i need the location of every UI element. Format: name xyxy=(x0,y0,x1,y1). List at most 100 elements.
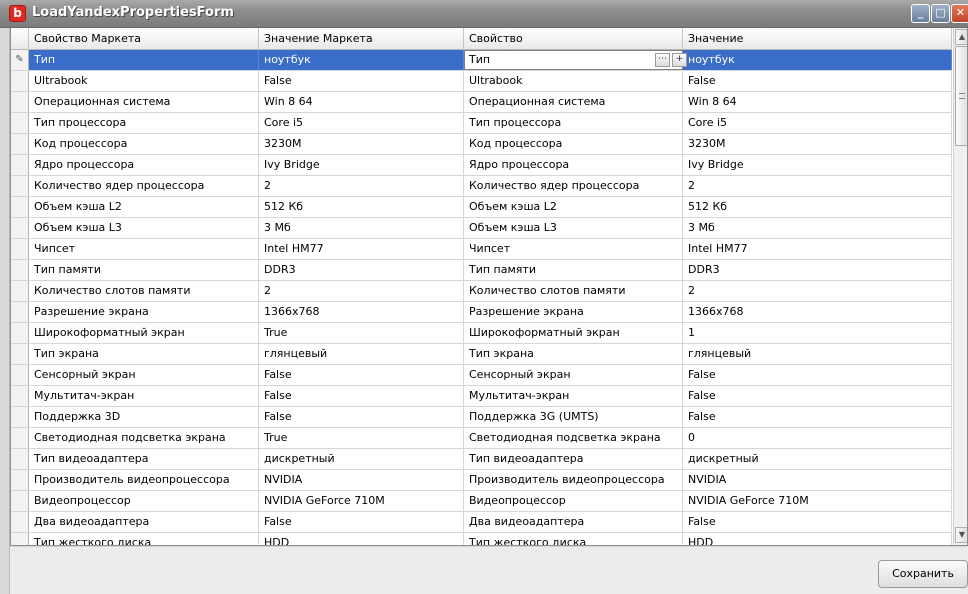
cell-market-value[interactable]: True xyxy=(259,428,464,448)
row-indicator[interactable] xyxy=(11,281,29,301)
cell-value[interactable]: NVIDIA xyxy=(683,470,952,490)
scroll-down-arrow-icon[interactable]: ▼ xyxy=(955,527,967,543)
cell-market-property[interactable]: Два видеоадаптера xyxy=(29,512,259,532)
table-row[interactable]: Количество слотов памяти 2 Количество слот… xyxy=(11,281,952,302)
cell-property[interactable]: Тип жесткого диска xyxy=(464,533,683,545)
cell-property[interactable]: Мультитач-экран xyxy=(464,386,683,406)
cell-property[interactable]: Широкоформатный экран xyxy=(464,323,683,343)
row-indicator[interactable] xyxy=(11,533,29,545)
row-indicator[interactable] xyxy=(11,260,29,280)
cell-value[interactable]: 0 xyxy=(683,428,952,448)
table-row[interactable]: Два видеоадаптера False Два видеоадаптера F… xyxy=(11,512,952,533)
cell-market-property[interactable]: Тип экрана xyxy=(29,344,259,364)
table-row[interactable]: Код процессора 3230M Код процессора 3230M xyxy=(11,134,952,155)
cell-market-value[interactable]: False xyxy=(259,71,464,91)
column-header-market-property[interactable]: Свойство Маркета xyxy=(29,28,259,50)
table-row[interactable]: Объем кэша L3 3 Мб Объем кэша L3 3 Мб xyxy=(11,218,952,239)
cell-property[interactable]: Разрешение экрана xyxy=(464,302,683,322)
cell-market-property[interactable]: Объем кэша L3 xyxy=(29,218,259,238)
table-row[interactable]: Поддержка 3D False Поддержка 3G (UMTS) Fals… xyxy=(11,407,952,428)
table-row[interactable]: Ultrabook False Ultrabook False xyxy=(11,71,952,92)
row-indicator[interactable] xyxy=(11,323,29,343)
table-row[interactable]: Широкоформатный экран True Широкоформатный… xyxy=(11,323,952,344)
cell-market-property[interactable]: Производитель видеопроцессора xyxy=(29,470,259,490)
cell-value[interactable]: DDR3 xyxy=(683,260,952,280)
cell-property[interactable]: Два видеоадаптера xyxy=(464,512,683,532)
cell-market-value[interactable]: DDR3 xyxy=(259,260,464,280)
row-indicator[interactable] xyxy=(11,512,29,532)
cell-value[interactable]: ноутбук xyxy=(683,50,952,70)
table-row[interactable]: Светодиодная подсветка экрана True Светоди… xyxy=(11,428,952,449)
minimize-button[interactable]: _ xyxy=(911,4,930,23)
table-row[interactable]: Производитель видеопроцессора NVIDIA Произ… xyxy=(11,470,952,491)
cell-market-property[interactable]: Тип памяти xyxy=(29,260,259,280)
cell-market-value[interactable]: дискретный xyxy=(259,449,464,469)
cell-property[interactable]: Количество слотов памяти xyxy=(464,281,683,301)
cell-property[interactable]: Тип экрана xyxy=(464,344,683,364)
row-indicator[interactable] xyxy=(11,302,29,322)
table-row[interactable]: Тип жесткого диска HDD Тип жесткого диска H… xyxy=(11,533,952,545)
cell-property[interactable]: Видеопроцессор xyxy=(464,491,683,511)
table-row[interactable]: Мультитач-экран False Мультитач-экран False xyxy=(11,386,952,407)
cell-value[interactable]: HDD xyxy=(683,533,952,545)
cell-property[interactable]: Сенсорный экран xyxy=(464,365,683,385)
row-indicator[interactable] xyxy=(11,218,29,238)
cell-property[interactable]: Светодиодная подсветка экрана xyxy=(464,428,683,448)
table-row[interactable]: Тип видеоадаптера дискретный Тип видеоадап… xyxy=(11,449,952,470)
row-indicator[interactable] xyxy=(11,449,29,469)
column-header-property[interactable]: Свойство xyxy=(464,28,683,50)
cell-property[interactable]: Ядро процессора xyxy=(464,155,683,175)
edit-pencil-icon[interactable]: ✎ xyxy=(11,50,29,70)
table-row[interactable]: Операционная система Win 8 64 Операционная… xyxy=(11,92,952,113)
cell-property[interactable]: Количество ядер процессора xyxy=(464,176,683,196)
cell-market-value[interactable]: 2 xyxy=(259,281,464,301)
table-row[interactable]: Тип процессора Core i5 Тип процессора Core … xyxy=(11,113,952,134)
cell-value[interactable]: Ivy Bridge xyxy=(683,155,952,175)
table-row[interactable]: Тип памяти DDR3 Тип памяти DDR3 xyxy=(11,260,952,281)
cell-market-value[interactable]: Win 8 64 xyxy=(259,92,464,112)
table-row[interactable]: Чипсет Intel HM77 Чипсет Intel HM77 xyxy=(11,239,952,260)
scroll-up-arrow-icon[interactable]: ▲ xyxy=(955,29,967,45)
row-indicator[interactable] xyxy=(11,92,29,112)
table-row[interactable]: Количество ядер процессора 2 Количество яд… xyxy=(11,176,952,197)
cell-property[interactable]: Тип видеоадаптера xyxy=(464,449,683,469)
cell-market-value[interactable]: 3230M xyxy=(259,134,464,154)
row-indicator[interactable] xyxy=(11,428,29,448)
row-indicator[interactable] xyxy=(11,491,29,511)
table-row[interactable]: Сенсорный экран False Сенсорный экран False xyxy=(11,365,952,386)
cell-market-value[interactable]: False xyxy=(259,407,464,427)
cell-value[interactable]: Win 8 64 xyxy=(683,92,952,112)
cell-value[interactable]: Intel HM77 xyxy=(683,239,952,259)
cell-market-property[interactable]: Ядро процессора xyxy=(29,155,259,175)
cell-market-value[interactable]: NVIDIA GeForce 710M xyxy=(259,491,464,511)
cell-market-property[interactable]: Мультитач-экран xyxy=(29,386,259,406)
cell-value[interactable]: Core i5 xyxy=(683,113,952,133)
cell-market-property[interactable]: Видеопроцессор xyxy=(29,491,259,511)
cell-market-property[interactable]: Тип xyxy=(29,50,259,70)
cell-market-value[interactable]: False xyxy=(259,365,464,385)
cell-market-property[interactable]: Объем кэша L2 xyxy=(29,197,259,217)
maximize-button[interactable]: □ xyxy=(931,4,950,23)
row-indicator[interactable] xyxy=(11,365,29,385)
cell-market-value[interactable]: 1366x768 xyxy=(259,302,464,322)
cell-market-value[interactable]: 2 xyxy=(259,176,464,196)
cell-property[interactable]: Код процессора xyxy=(464,134,683,154)
cell-value[interactable]: False xyxy=(683,365,952,385)
table-row[interactable]: Объем кэша L2 512 Кб Объем кэша L2 512 Кб xyxy=(11,197,952,218)
cell-market-value[interactable]: True xyxy=(259,323,464,343)
cell-market-value[interactable]: HDD xyxy=(259,533,464,545)
cell-property[interactable]: Тип памяти xyxy=(464,260,683,280)
cell-market-value[interactable]: глянцевый xyxy=(259,344,464,364)
cell-market-property[interactable]: Чипсет xyxy=(29,239,259,259)
column-header-market-value[interactable]: Значение Маркета xyxy=(259,28,464,50)
row-indicator[interactable] xyxy=(11,386,29,406)
scroll-thumb[interactable] xyxy=(955,46,967,146)
cell-property[interactable]: Производитель видеопроцессора xyxy=(464,470,683,490)
row-indicator[interactable] xyxy=(11,407,29,427)
cell-value[interactable]: 2 xyxy=(683,176,952,196)
cell-market-value[interactable]: Core i5 xyxy=(259,113,464,133)
cell-value[interactable]: False xyxy=(683,386,952,406)
save-button[interactable]: Сохранить xyxy=(878,560,968,588)
cell-market-property[interactable]: Разрешение экрана xyxy=(29,302,259,322)
row-indicator[interactable] xyxy=(11,470,29,490)
